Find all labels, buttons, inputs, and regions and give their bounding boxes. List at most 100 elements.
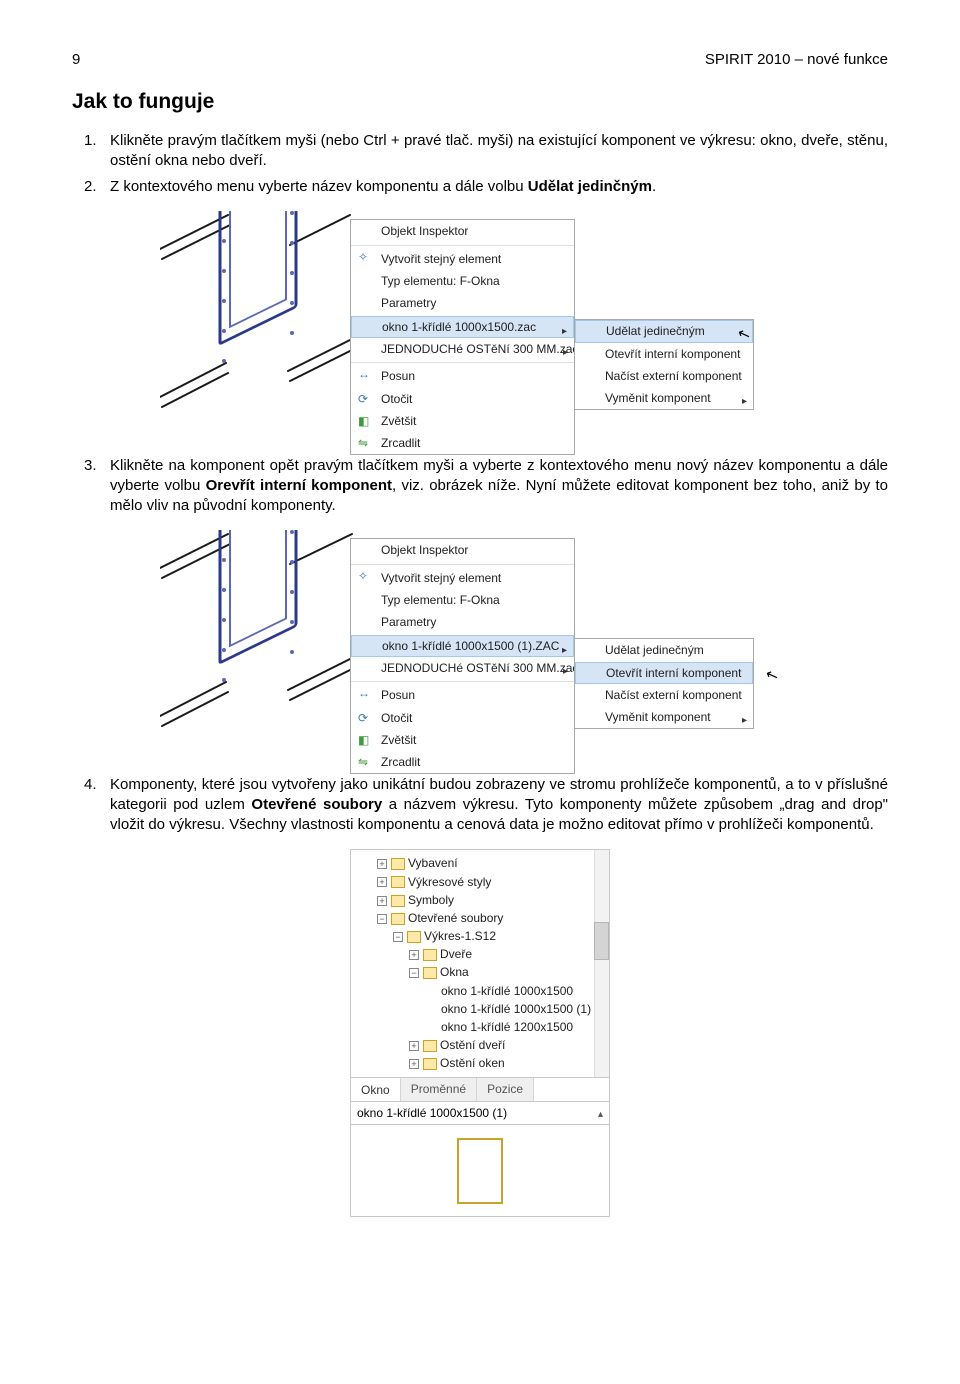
- figure-context-menu-2: Objekt Inspektor Vytvořit stejný element…: [160, 530, 800, 750]
- folder-icon: [407, 931, 421, 943]
- tree-node-osteni-oken[interactable]: +Ostění oken: [355, 1054, 609, 1072]
- collapse-icon[interactable]: −: [377, 914, 387, 924]
- menu-item-create-same[interactable]: Vytvořit stejný element: [351, 245, 574, 270]
- step-text: Klikněte pravým tlačítkem myši (nebo Ctr…: [110, 132, 888, 169]
- submenu-arrow-icon: [563, 343, 568, 360]
- menu-item-element-type[interactable]: Typ elementu: F-Okna: [351, 589, 574, 611]
- expand-icon[interactable]: +: [409, 1041, 419, 1051]
- submenu-item-open-internal[interactable]: Otevřít interní komponent: [575, 662, 753, 684]
- step-text-part: Z kontextového menu vyberte název kompon…: [110, 178, 528, 195]
- step-4: 4. Komponenty, které jsou vytvořeny jako…: [110, 775, 888, 836]
- wand-icon: [358, 568, 372, 582]
- menu-item-object-inspector[interactable]: Objekt Inspektor: [351, 539, 574, 561]
- submenu-item-load-external[interactable]: Načíst externí komponent: [575, 365, 753, 387]
- tree-leaf-okno-1200x1500[interactable]: okno 1-křídlé 1200x1500: [355, 1018, 609, 1036]
- tree-node-okna[interactable]: −Okna: [355, 963, 609, 981]
- selected-component-label: okno 1-křídlé 1000x1500 (1): [357, 1105, 507, 1121]
- component-tree-panel[interactable]: +Vybavení +Výkresové styly +Symboly −Ote…: [350, 849, 610, 1077]
- submenu-item-swap-component[interactable]: Vyměnit komponent: [575, 387, 753, 409]
- menu-item-posun[interactable]: Posun: [351, 362, 574, 387]
- step-3: 3. Klikněte na komponent opět pravým tla…: [110, 456, 888, 517]
- step-number: 2.: [84, 177, 97, 197]
- move-icon: [358, 685, 372, 699]
- submenu-item-swap-component[interactable]: Vyměnit komponent: [575, 706, 753, 728]
- submenu-arrow-icon: [742, 711, 747, 728]
- menu-item-zrcadlit[interactable]: Zrcadlit: [351, 432, 574, 454]
- folder-icon: [423, 967, 437, 979]
- step-number: 3.: [84, 456, 97, 476]
- menu-item-zvetsit[interactable]: Zvětšit: [351, 729, 574, 751]
- menu-item-component-osteni[interactable]: JEDNODUCHé OSTěNí 300 MM.zac: [351, 338, 574, 360]
- mirror-icon: [358, 754, 372, 768]
- tree-node-vykres[interactable]: −Výkres-1.S12: [355, 927, 609, 945]
- step-number: 4.: [84, 775, 97, 795]
- tree-node-osteni-dveri[interactable]: +Ostění dveří: [355, 1036, 609, 1054]
- collapse-up-icon[interactable]: [598, 1105, 603, 1122]
- submenu-arrow-icon: [742, 392, 747, 409]
- window-thumbnail-icon: [457, 1138, 503, 1204]
- menu-item-parameters[interactable]: Parametry: [351, 611, 574, 633]
- expand-icon[interactable]: +: [409, 1059, 419, 1069]
- submenu-arrow-icon: [562, 641, 567, 658]
- tree-node-vybaveni[interactable]: +Vybavení: [355, 854, 609, 872]
- menu-item-component-okno[interactable]: okno 1-křídlé 1000x1500.zac: [351, 316, 574, 338]
- folder-icon: [391, 913, 405, 925]
- submenu-item-make-unique[interactable]: Udělat jedinečným: [575, 320, 753, 342]
- submenu-item-load-external[interactable]: Načíst externí komponent: [575, 684, 753, 706]
- selected-component-row[interactable]: okno 1-křídlé 1000x1500 (1): [350, 1102, 610, 1126]
- scale-icon: [358, 413, 372, 427]
- isometric-window-sketch: [160, 530, 360, 750]
- tree-node-symboly[interactable]: +Symboly: [355, 891, 609, 909]
- tab-okno[interactable]: Okno: [351, 1077, 401, 1101]
- folder-icon: [423, 949, 437, 961]
- step-text-part: .: [652, 178, 656, 195]
- submenu-item-open-internal[interactable]: Otevřít interní komponent: [575, 343, 753, 365]
- mouse-cursor-icon: ↖: [763, 665, 782, 688]
- tab-pozice[interactable]: Pozice: [477, 1078, 534, 1101]
- menu-item-zvetsit[interactable]: Zvětšit: [351, 410, 574, 432]
- step-2: 2. Z kontextového menu vyberte název kom…: [110, 177, 888, 197]
- expand-icon[interactable]: +: [409, 950, 419, 960]
- step-text-bold: Otevřené soubory: [251, 796, 382, 813]
- scale-icon: [358, 732, 372, 746]
- expand-icon[interactable]: +: [377, 877, 387, 887]
- section-heading: Jak to funguje: [72, 88, 888, 116]
- menu-item-zrcadlit[interactable]: Zrcadlit: [351, 751, 574, 773]
- context-menu-main[interactable]: Objekt Inspektor Vytvořit stejný element…: [350, 538, 575, 774]
- expand-icon[interactable]: +: [377, 859, 387, 869]
- expand-icon[interactable]: +: [377, 896, 387, 906]
- menu-item-element-type[interactable]: Typ elementu: F-Okna: [351, 270, 574, 292]
- rotate-icon: [358, 391, 372, 405]
- figure-component-browser: +Vybavení +Výkresové styly +Symboly −Ote…: [350, 849, 610, 1217]
- submenu-arrow-icon: [562, 322, 567, 339]
- context-menu-main[interactable]: Objekt Inspektor Vytvořit stejný element…: [350, 219, 575, 455]
- menu-item-parameters[interactable]: Parametry: [351, 292, 574, 314]
- tree-leaf-okno-1000x1500[interactable]: okno 1-křídlé 1000x1500: [355, 982, 609, 1000]
- rotate-icon: [358, 710, 372, 724]
- wand-icon: [358, 249, 372, 263]
- folder-icon: [391, 858, 405, 870]
- menu-item-otocit[interactable]: Otočit: [351, 388, 574, 410]
- menu-item-otocit[interactable]: Otočit: [351, 707, 574, 729]
- menu-item-posun[interactable]: Posun: [351, 681, 574, 706]
- menu-item-component-okno[interactable]: okno 1-křídlé 1000x1500 (1).ZAC: [351, 635, 574, 657]
- step-number: 1.: [84, 131, 97, 151]
- step-text-bold: Udělat jedinčným: [528, 178, 652, 195]
- step-1: 1. Klikněte pravým tlačítkem myši (nebo …: [110, 131, 888, 172]
- step-text-bold: Orevřít interní komponent: [206, 477, 392, 494]
- collapse-icon[interactable]: −: [409, 968, 419, 978]
- context-submenu[interactable]: Udělat jedinečným Otevřít interní kompon…: [574, 319, 754, 410]
- figure-context-menu-1: Objekt Inspektor Vytvořit stejný element…: [160, 211, 800, 431]
- collapse-icon[interactable]: −: [393, 932, 403, 942]
- menu-item-object-inspector[interactable]: Objekt Inspektor: [351, 220, 574, 242]
- context-submenu[interactable]: Udělat jedinečným Otevřít interní kompon…: [574, 638, 754, 729]
- menu-item-create-same[interactable]: Vytvořit stejný element: [351, 564, 574, 589]
- folder-icon: [423, 1040, 437, 1052]
- tree-node-vykresove-styly[interactable]: +Výkresové styly: [355, 873, 609, 891]
- submenu-item-make-unique[interactable]: Udělat jedinečným: [575, 639, 753, 661]
- menu-item-component-osteni[interactable]: JEDNODUCHé OSTěNí 300 MM.zac: [351, 657, 574, 679]
- tree-node-dvere[interactable]: +Dveře: [355, 945, 609, 963]
- tab-promenne[interactable]: Proměnné: [401, 1078, 477, 1101]
- tree-leaf-okno-1000x1500-1[interactable]: okno 1-křídlé 1000x1500 (1): [355, 1000, 609, 1018]
- tree-node-otevrene-soubory[interactable]: −Otevřené soubory: [355, 909, 609, 927]
